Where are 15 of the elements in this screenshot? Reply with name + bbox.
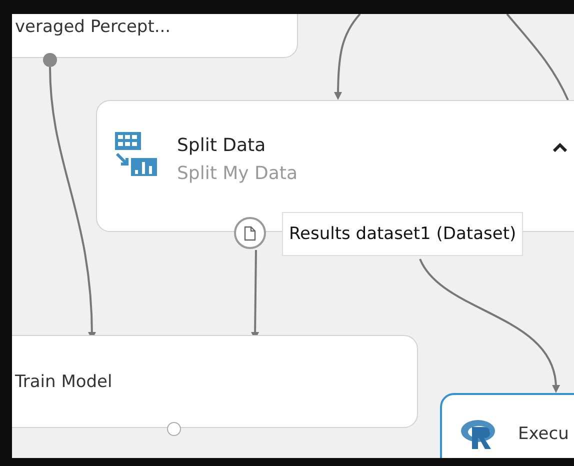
module-title: veraged Percept... — [15, 17, 171, 37]
module-node[interactable]: Execu — [440, 393, 574, 458]
module-title: Split Data — [177, 134, 267, 158]
module-title: Train Model — [15, 372, 112, 392]
split-data-icon — [113, 132, 159, 178]
port-tooltip: Results dataset1 (Dataset) — [282, 212, 524, 256]
output-port[interactable] — [234, 217, 266, 249]
module-title: Execu — [518, 423, 569, 446]
document-icon — [244, 226, 256, 240]
module-node[interactable]: veraged Percept... — [12, 14, 298, 58]
port-dot[interactable] — [43, 53, 57, 67]
module-comment: Split My Data — [177, 162, 298, 186]
collapse-chevron-icon[interactable] — [553, 143, 567, 152]
r-logo-icon — [460, 419, 496, 449]
module-node[interactable]: Train Model — [12, 335, 418, 428]
